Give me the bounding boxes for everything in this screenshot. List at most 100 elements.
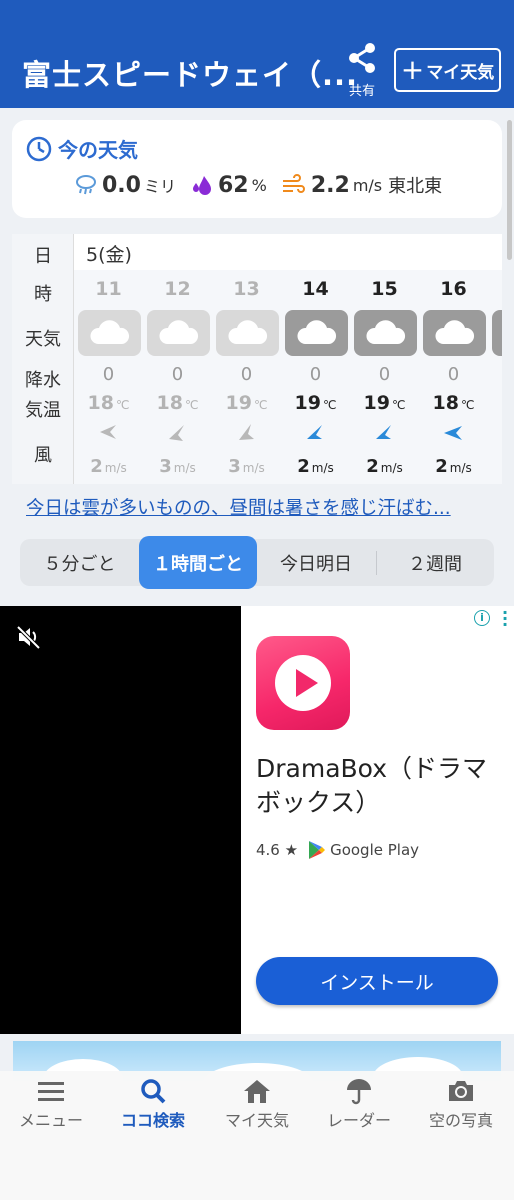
temp-value: 19 ℃	[225, 392, 268, 414]
search-icon	[141, 1079, 166, 1104]
hour-label: 1	[488, 278, 502, 300]
app-root: 富士スピードウェイ（... 共有 + マイ天気 今の天気 0.0 ミリ 62 %…	[0, 0, 514, 1200]
hour-column: 11 0 18 ℃ 2 m/s	[74, 270, 143, 484]
nav-search-label: ココ検索	[120, 1111, 185, 1130]
row-label-weather: 天気	[25, 329, 61, 350]
temp-value: 19 ℃	[294, 392, 337, 414]
precip-value: 0	[447, 364, 460, 385]
rain-value: 0.0	[102, 172, 141, 198]
hour-label: 14	[302, 278, 329, 300]
wind-unit: m/s	[352, 175, 383, 195]
page-scrollbar[interactable]	[507, 120, 512, 260]
nav-sky-photo-label: 空の写真	[428, 1111, 493, 1130]
wind-direction-arrow-icon	[239, 424, 254, 440]
add-mytenki-label: マイ天気	[426, 62, 495, 83]
rain-cloud-icon	[76, 175, 96, 195]
tab-two-weeks[interactable]: ２週間	[376, 539, 494, 586]
nav-menu[interactable]: メニュー	[0, 1077, 102, 1131]
temp-value: 18 ℃	[432, 392, 475, 414]
day-row: 5(金)	[74, 234, 502, 270]
hour-label: 15	[371, 278, 398, 300]
wind-speed-value: 2	[488, 456, 502, 477]
rain-stat: 0.0 ミリ	[74, 173, 176, 198]
cloudy-icon	[423, 310, 486, 356]
wind-direction-arrow-icon	[169, 425, 184, 441]
temp-value: 19 ℃	[363, 392, 406, 414]
camera-icon	[449, 1081, 473, 1101]
nav-mytenki[interactable]: マイ天気	[206, 1077, 308, 1131]
plus-icon: +	[400, 53, 425, 86]
precip-value: 0	[378, 364, 391, 385]
ad-more-icon[interactable]: · · ·	[502, 605, 508, 633]
hour-column: 1 1 2	[488, 270, 502, 484]
google-play-icon	[309, 841, 326, 859]
wind-speed-value: 2 m/s	[90, 456, 127, 477]
wind-direction-arrow-icon	[100, 425, 116, 439]
wind-value: 2.2	[310, 172, 350, 198]
hour-column: 16 0 18 ℃ 2 m/s	[419, 270, 488, 484]
app-rating: 4.6 ★	[256, 841, 299, 859]
current-weather-stats: 0.0 ミリ 62 % 2.2 m/s 東北東	[74, 172, 456, 198]
nav-radar-label: レーダー	[326, 1111, 391, 1130]
wind-speed-value: 2 m/s	[366, 456, 403, 477]
precip-value: 0	[102, 364, 115, 385]
ad-video[interactable]	[0, 606, 241, 1034]
install-button[interactable]: インストール	[256, 957, 498, 1005]
current-weather-heading: 今の天気	[26, 134, 138, 163]
precip-value: 0	[171, 364, 184, 385]
forecast-commentary-link[interactable]: 今日は雲が多いものの、昼間は暑さを感じ汗ばむ...	[26, 494, 451, 520]
ad-unit[interactable]: i · · · DramaBox（ドラマボックス） 4.6 ★ Google Pla…	[0, 605, 514, 1034]
cloudy-icon	[216, 310, 279, 356]
hour-label: 11	[95, 278, 122, 300]
interval-tabs: ５分ごと １時間ごと 今日明日 ２週間	[20, 536, 494, 589]
temp-value: 18 ℃	[87, 392, 130, 414]
share-button[interactable]: 共有	[340, 42, 384, 99]
current-weather-title: 今の天気	[58, 138, 138, 162]
clock-icon	[26, 136, 52, 161]
nav-radar[interactable]: レーダー	[308, 1077, 410, 1131]
tab-five-minutes[interactable]: ５分ごと	[20, 539, 139, 586]
cloudy-icon	[147, 310, 210, 356]
hourly-forecast-table[interactable]: 日 時 天気 降水 気温 風 5(金) 11 0 18 ℃ 2 m/s 12 0 1…	[12, 234, 502, 484]
home-icon	[244, 1080, 270, 1103]
nav-menu-label: メニュー	[18, 1111, 83, 1130]
app-name[interactable]: DramaBox（ドラマボックス）	[256, 752, 496, 820]
bottom-navigation: メニュー ココ検索 マイ天気 レーダー 空の写真	[0, 1071, 514, 1200]
nav-sky-photo[interactable]: 空の写真	[410, 1077, 512, 1131]
wind-speed-value: 3 m/s	[228, 456, 265, 477]
precip-value: 0	[309, 364, 322, 385]
humidity-drop-icon	[193, 176, 211, 195]
share-icon	[349, 43, 375, 73]
temp-value: 1	[488, 392, 502, 414]
cloudy-icon	[78, 310, 141, 356]
cloudy-icon	[492, 310, 502, 356]
nav-search[interactable]: ココ検索	[102, 1077, 204, 1131]
page-title: 富士スピードウェイ（...	[22, 58, 359, 92]
mute-icon[interactable]	[16, 624, 42, 650]
wind-direction-arrow-icon	[307, 425, 322, 439]
temp-value: 18 ℃	[156, 392, 199, 414]
row-label-hour: 時	[34, 284, 52, 305]
current-weather-card: 今の天気 0.0 ミリ 62 % 2.2 m/s 東北東	[12, 120, 502, 218]
tab-hourly[interactable]: １時間ごと	[139, 536, 257, 589]
row-label-wind: 風	[34, 445, 52, 466]
humidity-stat: 62 %	[190, 173, 267, 198]
cloudy-icon	[354, 310, 417, 356]
share-label: 共有	[348, 84, 375, 99]
day-label: 5(金)	[86, 244, 132, 266]
hour-label: 16	[440, 278, 467, 300]
hour-column: 14 0 19 ℃ 2 m/s	[281, 270, 350, 484]
humidity-unit: %	[251, 175, 267, 195]
wind-speed-value: 2 m/s	[435, 456, 472, 477]
wind-speed-value: 3 m/s	[159, 456, 196, 477]
add-mytenki-button[interactable]: + マイ天気	[394, 48, 501, 92]
tab-today-tomorrow[interactable]: 今日明日	[257, 539, 375, 586]
app-logo[interactable]	[256, 636, 350, 730]
hour-column: 15 0 19 ℃ 2 m/s	[350, 270, 419, 484]
cloudy-icon	[285, 310, 348, 356]
header-bar: 富士スピードウェイ（... 共有 + マイ天気	[0, 0, 514, 108]
ad-info-icon[interactable]: i	[474, 610, 490, 626]
app-rating-row: 4.6 ★ Google Play	[256, 840, 419, 860]
rain-unit: ミリ	[143, 177, 176, 196]
play-logo-icon	[275, 655, 331, 711]
